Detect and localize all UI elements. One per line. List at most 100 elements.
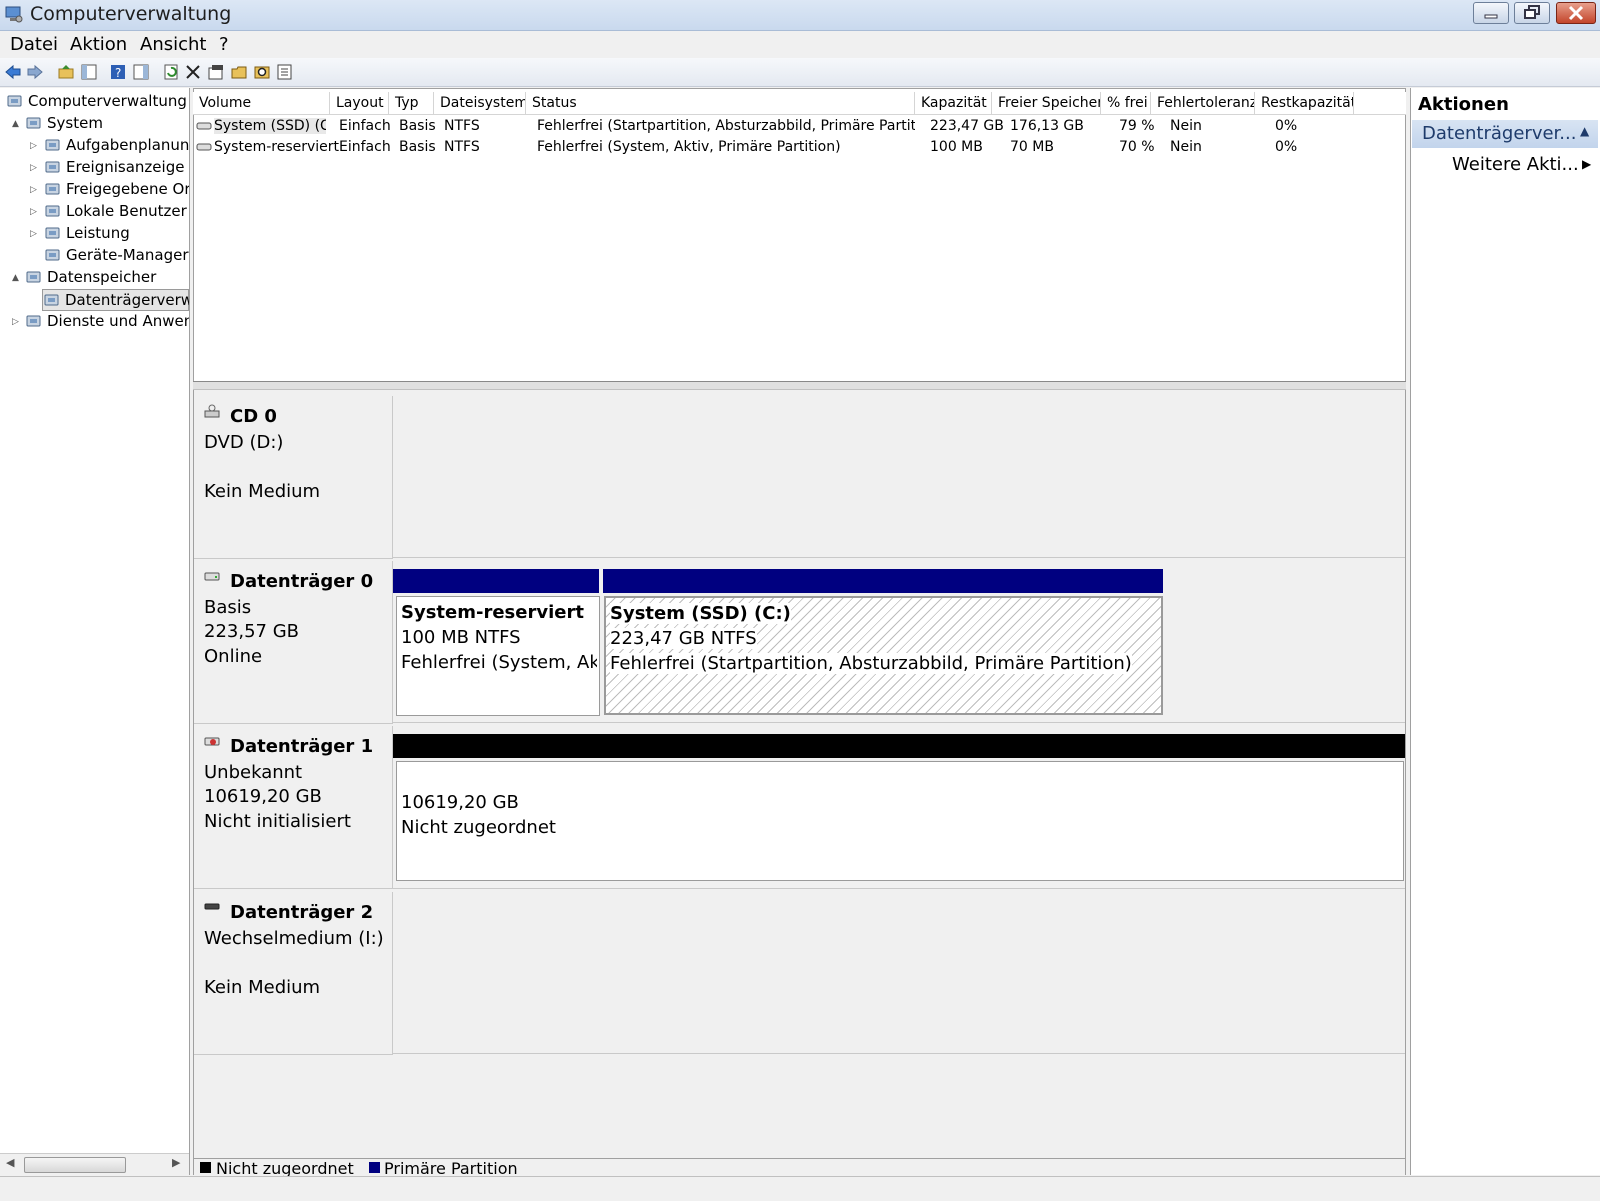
volume-row[interactable]: System (SSD) (C:) Einfach Basis NTFS Feh… — [193, 116, 1406, 137]
tree-item[interactable]: Computerverwaltung (Lo — [6, 91, 189, 113]
tree-horizontal-scrollbar[interactable]: ◀ ▶ — [0, 1153, 189, 1176]
disk-name: CD 0 — [230, 406, 277, 427]
legend-primary-label: Primäre Partition — [384, 1159, 518, 1177]
partition-system-c[interactable]: System (SSD) (C:) 223,47 GB NTFS Fehlerf… — [604, 596, 1163, 715]
col-layout[interactable]: Layout — [330, 92, 389, 114]
forward-arrow-icon[interactable] — [26, 63, 44, 81]
legend-unallocated-label: Nicht zugeordnet — [216, 1159, 354, 1177]
col-volume[interactable]: Volume — [193, 92, 330, 114]
tree-item[interactable]: Lokale Benutzer un — [44, 201, 189, 223]
cell-dateisystem: NTFS — [444, 139, 480, 155]
disk-status: Nicht initialisiert — [204, 811, 351, 832]
disk-label-disk0[interactable]: Datenträger 0 Basis 223,57 GB Online — [194, 561, 393, 724]
menu-help[interactable]: ? — [219, 34, 229, 55]
expand-arrow-icon[interactable]: ▷ — [12, 317, 22, 327]
disk-label-disk2[interactable]: Datenträger 2 Wechselmedium (I:) Kein Me… — [194, 892, 393, 1055]
col-kapazitaet[interactable]: Kapazität — [915, 92, 992, 114]
search-icon[interactable] — [253, 63, 271, 81]
tree-item[interactable]: Datenträgerverwalt — [42, 289, 189, 311]
removable-disk-icon — [204, 903, 220, 910]
disk-label-disk1[interactable]: Datenträger 1 Unbekannt 10619,20 GB Nich… — [194, 726, 393, 889]
clock-icon — [45, 139, 60, 151]
col-typ[interactable]: Typ — [389, 92, 434, 114]
menu-ansicht[interactable]: Ansicht — [140, 34, 206, 55]
scroll-thumb[interactable] — [24, 1157, 126, 1173]
tree-item[interactable]: Ereignisanzeige — [44, 157, 189, 179]
expand-arrow-icon[interactable]: ▷ — [30, 141, 40, 151]
expand-arrow-icon[interactable]: ▷ — [30, 163, 40, 173]
delete-icon[interactable] — [184, 63, 202, 81]
collapse-arrow-icon[interactable]: ▲ — [12, 273, 22, 283]
actions-section-label[interactable]: Datenträgerver... — [1422, 123, 1576, 144]
collapse-icon[interactable]: ▲ — [1580, 124, 1589, 138]
partition-status: Fehlerfrei (System, Aktiv — [401, 652, 597, 673]
window-title: Computerverwaltung — [30, 3, 232, 25]
col-status[interactable]: Status — [526, 92, 915, 114]
title-bar — [0, 0, 1600, 31]
tree-item[interactable]: Datenspeicher — [25, 267, 189, 289]
tree-item[interactable]: System — [25, 113, 189, 135]
scroll-left-icon[interactable]: ◀ — [6, 1156, 14, 1169]
tree-item[interactable]: Geräte-Manager — [44, 245, 189, 267]
expand-arrow-icon[interactable]: ▷ — [30, 207, 40, 217]
col-freier-speicher[interactable]: Freier Speicher — [992, 92, 1101, 114]
performance-icon — [45, 227, 60, 239]
up-folder-icon[interactable] — [57, 63, 75, 81]
partition-status: Fehlerfrei (Startpartition, Absturzabbil… — [610, 653, 1132, 674]
device-manager-icon — [45, 249, 60, 261]
properties-icon[interactable] — [207, 63, 225, 81]
actions-pane — [1410, 88, 1600, 1175]
cell-layout: Einfach — [339, 139, 391, 155]
menu-aktion[interactable]: Aktion — [70, 34, 127, 55]
refresh-icon[interactable] — [162, 63, 180, 81]
menu-datei[interactable]: Datei — [10, 34, 58, 55]
partition-size: 100 MB NTFS — [401, 627, 521, 648]
submenu-arrow-icon: ▶ — [1582, 157, 1592, 171]
tree-item[interactable]: Leistung — [44, 223, 189, 245]
partition-title: System-reserviert — [401, 602, 584, 623]
partition-system-reserved[interactable]: System-reserviert 100 MB NTFS Fehlerfrei… — [396, 596, 600, 716]
cell-typ: Basis — [399, 118, 436, 134]
partition-unallocated[interactable]: 10619,20 GB Nicht zugeordnet — [396, 761, 1404, 881]
expand-arrow-icon[interactable]: ▷ — [30, 185, 40, 195]
pane-splitter[interactable] — [193, 381, 1406, 390]
back-arrow-icon[interactable] — [4, 63, 22, 81]
volume-row[interactable]: System-reserviert Einfach Basis NTFS Feh… — [193, 137, 1406, 158]
show-hide-action-pane-icon[interactable] — [132, 63, 150, 81]
hard-disk-warning-icon — [204, 737, 220, 746]
disk-label-cd0[interactable]: CD 0 DVD (D:) Kein Medium — [194, 396, 393, 559]
more-actions-item[interactable]: Weitere Akti... — [1452, 154, 1579, 175]
show-hide-tree-icon[interactable] — [80, 63, 98, 81]
disk-type: Basis — [204, 597, 252, 618]
actions-title: Aktionen — [1418, 94, 1509, 115]
scroll-right-icon[interactable]: ▶ — [172, 1156, 180, 1169]
expand-arrow-icon[interactable]: ▷ — [30, 229, 40, 239]
cell-restkapazitaet: 0% — [1275, 139, 1298, 155]
status-bar — [0, 1176, 1600, 1201]
row-divider — [392, 888, 1405, 889]
export-icon[interactable] — [276, 63, 294, 81]
legend-primary-swatch — [369, 1162, 380, 1173]
storage-icon — [26, 271, 41, 283]
close-button[interactable] — [1556, 2, 1596, 24]
legend-unallocated-swatch — [200, 1162, 211, 1173]
tree-item[interactable]: Dienste und Anwendu — [25, 311, 189, 333]
help-icon[interactable]: ? — [109, 63, 127, 81]
partition-size: 10619,20 GB — [401, 792, 519, 813]
tree-item[interactable]: Freigegebene Ordn — [44, 179, 189, 201]
col-prozent-frei[interactable]: % frei — [1101, 92, 1151, 114]
collapse-arrow-icon[interactable]: ▲ — [12, 119, 22, 129]
cell-fehlertoleranz: Nein — [1170, 118, 1202, 134]
tree-item-label: Leistung — [66, 224, 130, 242]
col-restkapazitaet[interactable]: Restkapazität — [1255, 92, 1354, 114]
tree-item-label: Aufgabenplanung — [66, 136, 190, 154]
tree-item[interactable]: Aufgabenplanung — [44, 135, 189, 157]
col-fehlertoleranz[interactable]: Fehlertoleranz — [1151, 92, 1255, 114]
minimize-button[interactable] — [1473, 2, 1509, 24]
tree-item-label: Geräte-Manager — [66, 246, 189, 264]
computer-management-icon — [7, 95, 22, 107]
cell-volume: System (SSD) (C:) — [214, 118, 326, 134]
restore-button[interactable] — [1514, 2, 1550, 24]
open-icon[interactable] — [230, 63, 248, 81]
col-dateisystem[interactable]: Dateisystem — [434, 92, 526, 114]
